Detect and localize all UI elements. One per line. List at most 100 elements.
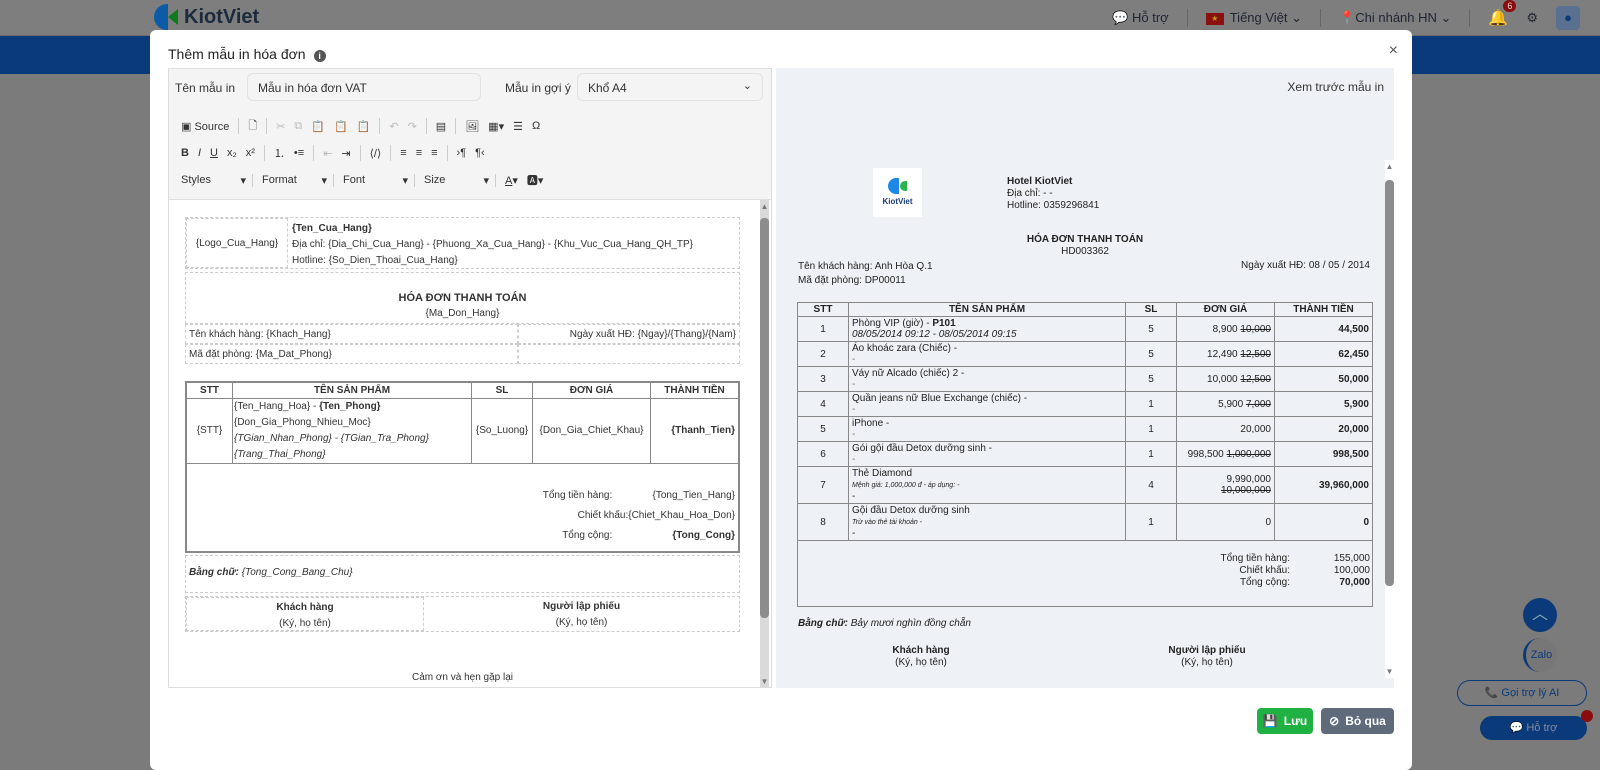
table-row: 2 Áo khoác zara (Chiếc) - -5 12,490 12,500 6… — [797, 341, 1373, 367]
title-block: HÓA ĐƠN THANH TOÁN {Ma_Don_Hang} — [185, 272, 740, 324]
preview-scrollbar[interactable]: ▲ ▼ — [1385, 160, 1394, 678]
store-name: {Ten_Cua_Hang} — [292, 223, 372, 234]
row-name: iPhone -- — [848, 416, 1126, 442]
superscript-icon[interactable]: x² — [246, 147, 255, 159]
add-invoice-template-modal: Thêm mẫu in hóa đơn i × Tên mẫu in Mẫu in… — [150, 30, 1412, 770]
scroll-down-icon[interactable]: ▼ — [1385, 667, 1394, 676]
info-icon[interactable]: i — [313, 50, 326, 62]
ltr-icon[interactable]: ›¶ — [457, 147, 467, 159]
new-page-icon[interactable]: 🗋 — [248, 117, 257, 136]
paste-icon[interactable]: 📋 — [311, 120, 325, 133]
close-icon[interactable]: × — [1389, 42, 1398, 60]
outdent-icon[interactable]: ⇤ — [323, 147, 332, 160]
row-total: 62,450 — [1274, 341, 1373, 367]
user-avatar[interactable]: ● — [1556, 6, 1580, 30]
sum-label: Tổng tiền hàng: — [1220, 553, 1291, 564]
undo-icon[interactable]: ↶ — [389, 120, 398, 133]
redo-icon[interactable]: ↷ — [408, 120, 417, 133]
editor-scrollbar[interactable]: ▲ ▼ — [760, 200, 769, 687]
font-dropdown[interactable]: Font ▾ — [343, 173, 415, 187]
image-icon[interactable]: 🖼 — [465, 120, 479, 133]
kiotviet-logo[interactable]: KiotViet — [154, 4, 259, 30]
suggest-template-select[interactable]: Khổ A4 ⌄ — [577, 73, 763, 101]
row-sub: - — [852, 354, 856, 365]
row-price-value: 0 — [1265, 516, 1271, 528]
preview-hotline: Hotline: 0359296841 — [1007, 200, 1100, 211]
scroll-thumb[interactable] — [1385, 180, 1394, 586]
underline-icon[interactable]: U — [210, 147, 218, 159]
support-link[interactable]: 💬 Hỗ trợ — [1112, 10, 1169, 26]
settings-gear-icon[interactable]: ⚙ — [1526, 10, 1538, 26]
bg-color-icon[interactable]: 🅰▾ — [527, 172, 544, 188]
row-name: Phòng VIP (giờ) - P101 08/05/2014 09:12 -… — [848, 316, 1126, 342]
modal-title: Thêm mẫu in hóa đơn i — [168, 46, 326, 62]
template-icon[interactable]: ▤ — [436, 120, 446, 133]
summary-line: Tổng cộng: 70,000 — [1221, 577, 1373, 589]
indent-icon[interactable]: ⇥ — [341, 147, 350, 160]
row-price-value: 20,000 — [1240, 423, 1271, 435]
scroll-up-icon[interactable]: ▲ — [760, 202, 769, 211]
rtl-icon[interactable]: ¶‹ — [475, 147, 485, 159]
bold-icon[interactable]: B — [181, 147, 189, 159]
zalo-button[interactable]: Zalo — [1523, 638, 1557, 672]
copy-icon[interactable]: ⧉ — [294, 120, 302, 133]
template-name-input[interactable]: Mẫu in hóa đơn VAT — [247, 73, 481, 101]
format-dropdown[interactable]: Format ▾ — [262, 173, 334, 187]
notification-bell-icon[interactable]: 🔔 6 — [1488, 0, 1517, 28]
paste-word-icon[interactable]: 📋 — [357, 120, 371, 133]
row-name-text: Gói gội đầu Detox dưỡng sinh - — [852, 443, 992, 454]
invoice-title: HÓA ĐƠN THANH TOÁN — [398, 292, 527, 304]
scroll-top-button[interactable]: ︿ — [1523, 598, 1557, 632]
paste-text-icon[interactable]: 📋 — [334, 120, 348, 133]
align-left-icon[interactable]: ≡ — [400, 147, 406, 159]
branch-select[interactable]: 📍Chi nhánh HN ⌄ — [1339, 10, 1451, 26]
row-name: Váy nữ Alcado (chiếc) 2 -- — [848, 366, 1126, 392]
support-chat-button[interactable]: 💬 Hỗ trợ — [1480, 710, 1593, 740]
row-name-text: Thẻ Diamond — [852, 468, 913, 479]
ai-assistant-button[interactable]: 📞 Gọi trợ lý AI — [1457, 680, 1587, 706]
text-color-icon[interactable]: A▾ — [505, 174, 518, 187]
horizontal-line-icon[interactable]: ☰ — [513, 120, 523, 133]
row-name: {Ten_Hang_Hoa} — [234, 401, 311, 412]
sum-label: Tổng cộng: — [1239, 577, 1290, 588]
summary-cell: Tổng tiền hàng: 155,000 Chiết khấu: 100,000… — [797, 540, 1373, 607]
align-center-icon[interactable]: ≡ — [416, 147, 422, 159]
cut-icon[interactable]: ✂ — [276, 120, 285, 133]
table-icon[interactable]: ▦▾ — [488, 120, 504, 133]
row-price-value: 5,900 — [1218, 398, 1244, 410]
italic-icon[interactable]: I — [198, 147, 201, 159]
div-icon[interactable]: ⟨/⟩ — [370, 147, 382, 160]
language-select[interactable]: ★ Tiếng Việt ⌄ — [1205, 10, 1302, 26]
scroll-down-icon[interactable]: ▼ — [760, 677, 769, 686]
source-button[interactable]: ▣ Source — [181, 120, 229, 133]
numbered-list-icon[interactable]: ⒈ — [274, 145, 285, 161]
cancel-button[interactable]: ⊘ Bỏ qua — [1321, 708, 1394, 734]
row-qty: 1 — [1125, 416, 1177, 442]
scroll-up-icon[interactable]: ▲ — [1385, 162, 1394, 171]
row-old-price: 10,000,000 — [1220, 485, 1271, 496]
row-price: 5,900 7,000 — [1176, 391, 1275, 417]
row-qty: 4 — [1125, 466, 1177, 504]
size-dropdown[interactable]: Size ▾ — [424, 173, 496, 187]
styles-dropdown[interactable]: Styles ▾ — [181, 173, 253, 187]
special-char-icon[interactable]: Ω — [532, 120, 540, 132]
summary-line: Chiết khấu: 100,000 — [1221, 565, 1373, 577]
editor-content[interactable]: {Logo_Cua_Hang} {Ten_Cua_Hang} Địa chỉ: … — [169, 199, 771, 687]
row-sub: 08/05/2014 09:12 - 08/05/2014 09:15 — [852, 329, 1017, 340]
row-total: 44,500 — [1274, 316, 1373, 342]
row-old-price: 12,500 — [1240, 373, 1271, 385]
chevron-down-icon: ⌄ — [742, 80, 752, 92]
scroll-thumb[interactable] — [760, 218, 769, 618]
summary-line: Tổng tiền hàng: 155,000 — [1221, 553, 1373, 565]
row-price-value: 8,900 — [1212, 323, 1238, 335]
save-button[interactable]: 💾 Lưu — [1257, 708, 1313, 734]
footer-text: Cảm ơn và hẹn gặp lại — [411, 672, 514, 683]
sum-value: 70,000 — [1339, 577, 1370, 588]
row-old-price: 1,000,000 — [1226, 448, 1272, 460]
preview-words: Bằng chữ: Bảy mươi nghìn đồng chẵn — [798, 618, 971, 629]
template-summary: Tổng tiền hàng: {Tong_Tien_Hang} Chiết kh… — [540, 485, 735, 547]
row-qty: 1 — [1125, 503, 1177, 541]
align-right-icon[interactable]: ≡ — [431, 147, 437, 159]
subscript-icon[interactable]: x₂ — [227, 147, 237, 159]
bullet-list-icon[interactable]: •≡ — [294, 147, 304, 159]
